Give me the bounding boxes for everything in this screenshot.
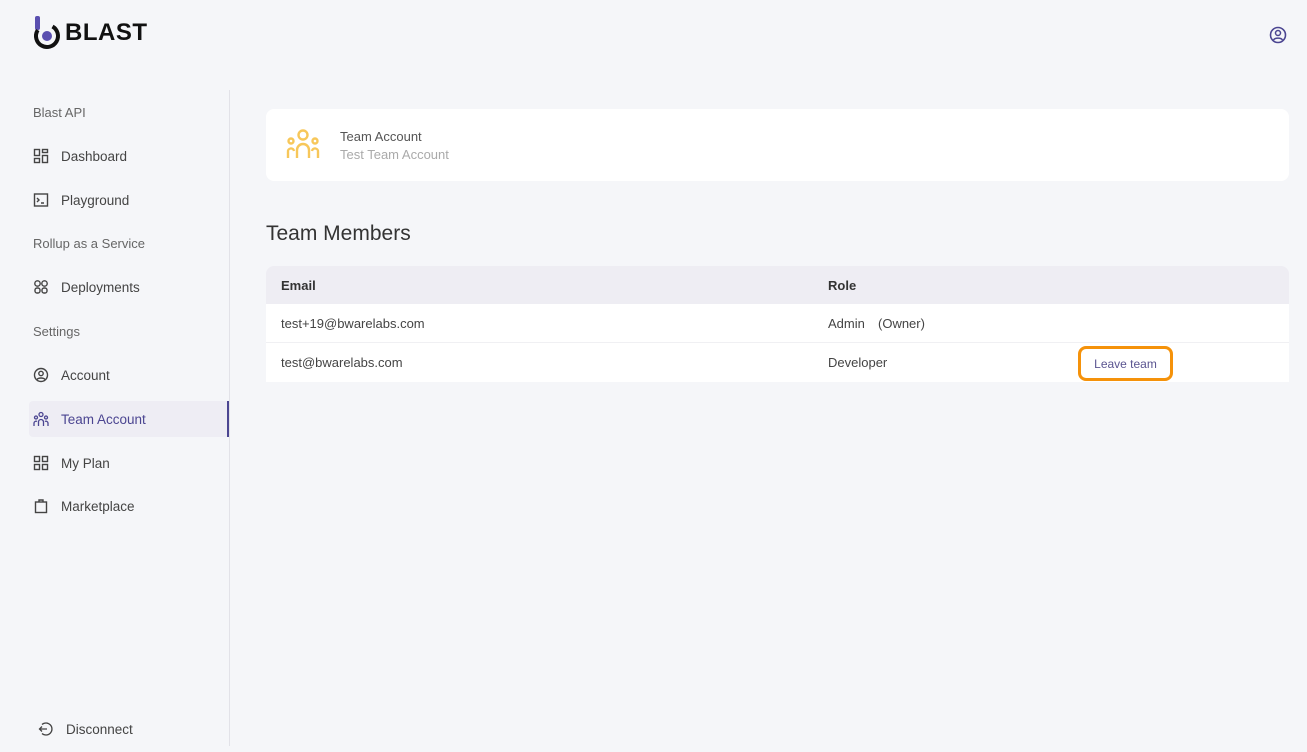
logo-text: BLAST (65, 19, 148, 46)
sidebar-item-dashboard[interactable]: Dashboard (29, 138, 229, 174)
user-circle-icon (33, 367, 49, 383)
sidebar-item-playground[interactable]: Playground (29, 182, 229, 218)
disconnect-button[interactable]: Disconnect (34, 711, 234, 747)
sidebar-item-deployments[interactable]: Deployments (29, 269, 229, 305)
team-icon (33, 411, 49, 426)
table-row: test+19@bwarelabs.com Admin (Owner) (266, 304, 1289, 343)
team-account-card (266, 109, 1289, 181)
section-blast-api: Blast API (33, 105, 86, 120)
member-email: test+19@bwarelabs.com (281, 316, 425, 331)
sidebar-item-team-account[interactable]: Team Account (29, 401, 229, 437)
disconnect-label: Disconnect (66, 721, 133, 737)
disconnect-icon (38, 722, 53, 736)
card-title: Team Account (340, 129, 422, 144)
sidebar-item-label: Deployments (61, 279, 140, 295)
leave-team-button[interactable]: Leave team (1078, 346, 1173, 381)
sidebar-item-label: Playground (61, 192, 130, 208)
section-rollup: Rollup as a Service (33, 236, 145, 251)
column-email: Email (281, 278, 316, 293)
sidebar-item-label: Team Account (61, 411, 146, 427)
blast-logo-icon (34, 16, 60, 49)
column-role: Role (828, 278, 857, 293)
member-role-note: (Owner) (878, 316, 925, 331)
card-subtitle: Test Team Account (340, 147, 449, 162)
page-title: Team Members (266, 222, 411, 245)
sidebar-item-label: Marketplace (61, 498, 135, 514)
team-icon (286, 129, 320, 158)
member-email: test@bwarelabs.com (281, 355, 403, 370)
sidebar-item-label: Account (61, 367, 110, 383)
dashboard-icon (33, 148, 49, 164)
user-profile-icon[interactable] (1269, 26, 1287, 44)
terminal-icon (33, 193, 49, 207)
section-settings: Settings (33, 324, 80, 339)
sidebar-item-label: Dashboard (61, 148, 128, 164)
sidebar-divider (229, 90, 230, 746)
grid-icon (33, 455, 49, 471)
member-role: Admin (828, 316, 865, 331)
sidebar-item-marketplace[interactable]: Marketplace (29, 488, 229, 524)
deployments-icon (34, 280, 48, 294)
sidebar-item-label: My Plan (61, 455, 110, 471)
sidebar-item-account[interactable]: Account (29, 357, 229, 393)
bag-icon (34, 499, 48, 514)
sidebar-item-my-plan[interactable]: My Plan (29, 445, 229, 481)
member-role: Developer (828, 355, 888, 370)
logo[interactable]: BLAST (33, 16, 148, 50)
table-header: Email Role (266, 266, 1289, 304)
